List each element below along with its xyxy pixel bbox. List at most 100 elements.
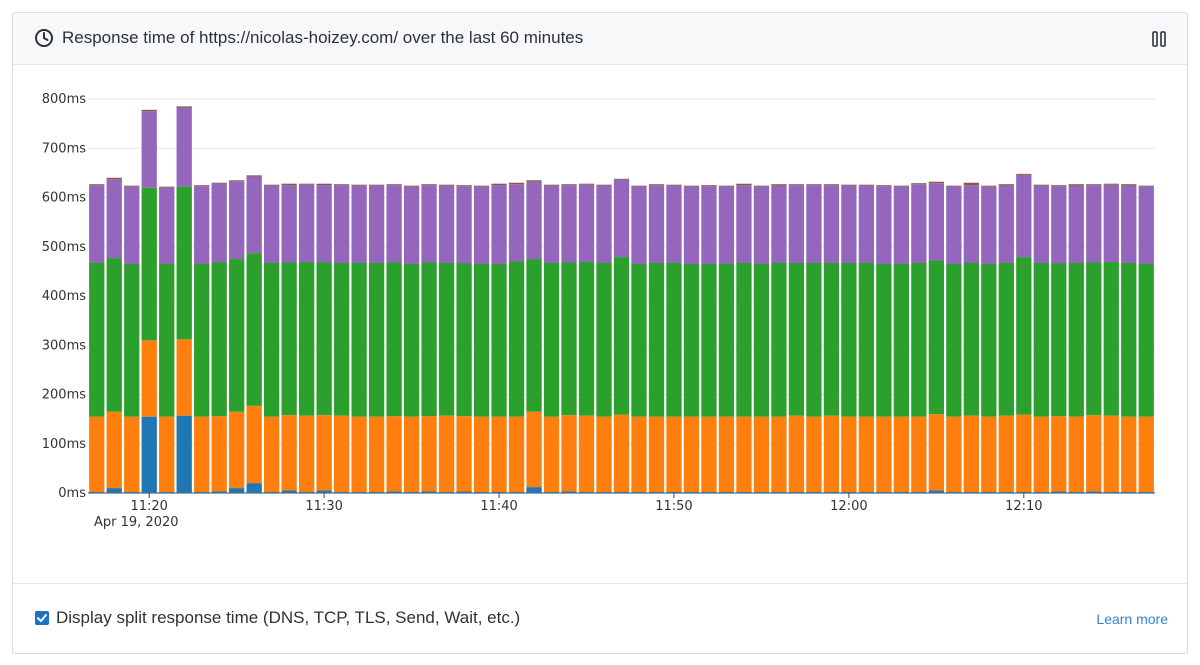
bar-segment-download[interactable] bbox=[438, 184, 455, 186]
bar-segment-dns[interactable] bbox=[421, 491, 437, 493]
bar-segment-tcp[interactable] bbox=[141, 340, 157, 417]
bar-segment-dns[interactable] bbox=[858, 492, 875, 493]
bar-segment-download[interactable] bbox=[648, 184, 665, 186]
bar-segment-dns[interactable] bbox=[1086, 491, 1102, 493]
bar-segment-download[interactable] bbox=[456, 185, 472, 187]
bar-segment-tls[interactable] bbox=[823, 263, 840, 416]
bar-segment-wait[interactable] bbox=[841, 185, 857, 264]
bar-segment-dns[interactable] bbox=[386, 491, 402, 493]
bar-segment-tls[interactable] bbox=[124, 263, 140, 417]
bar-segment-dns[interactable] bbox=[788, 492, 805, 493]
bar-segment-tcp[interactable] bbox=[578, 415, 595, 493]
bar-segment-tls[interactable] bbox=[806, 263, 822, 417]
bar-segment-tls[interactable] bbox=[351, 263, 367, 417]
bar-segment-wait[interactable] bbox=[543, 185, 560, 264]
bar-segment-dns[interactable] bbox=[333, 492, 350, 493]
bar-segment-tls[interactable] bbox=[264, 263, 280, 417]
bar-segment-tcp[interactable] bbox=[648, 416, 665, 493]
bar-segment-tls[interactable] bbox=[421, 262, 437, 417]
bar-segment-download[interactable] bbox=[508, 182, 525, 185]
bar-segment-download[interactable] bbox=[613, 178, 630, 180]
bar-segment-dns[interactable] bbox=[159, 492, 175, 493]
bar-segment-tls[interactable] bbox=[159, 263, 175, 417]
bar-segment-dns[interactable] bbox=[806, 492, 822, 493]
bar-segment-tls[interactable] bbox=[438, 263, 455, 416]
bar-segment-dns[interactable] bbox=[1033, 492, 1049, 493]
bar-segment-tcp[interactable] bbox=[333, 415, 350, 493]
bar-segment-download[interactable] bbox=[211, 182, 227, 184]
bar-segment-dns[interactable] bbox=[141, 416, 157, 493]
bar-segment-tcp[interactable] bbox=[508, 416, 525, 493]
bar-segment-tls[interactable] bbox=[701, 263, 717, 417]
bar-segment-wait[interactable] bbox=[438, 185, 455, 264]
bar-segment-tls[interactable] bbox=[89, 263, 105, 417]
bar-segment-dns[interactable] bbox=[106, 488, 122, 493]
bar-segment-download[interactable] bbox=[141, 109, 157, 112]
bar-segment-tls[interactable] bbox=[631, 263, 647, 417]
bar-segment-tcp[interactable] bbox=[823, 415, 840, 493]
bar-segment-tcp[interactable] bbox=[1121, 416, 1137, 493]
bar-segment-tcp[interactable] bbox=[911, 416, 927, 493]
bar-segment-wait[interactable] bbox=[963, 185, 979, 264]
bar-segment-tcp[interactable] bbox=[403, 416, 420, 493]
bar-segment-download[interactable] bbox=[1103, 183, 1119, 185]
bar-segment-tls[interactable] bbox=[963, 263, 979, 416]
bar-segment-tcp[interactable] bbox=[683, 416, 700, 493]
bar-segment-download[interactable] bbox=[246, 175, 262, 177]
bar-segment-tls[interactable] bbox=[771, 263, 787, 417]
bar-segment-tls[interactable] bbox=[229, 259, 245, 412]
bar-segment-tls[interactable] bbox=[211, 262, 227, 417]
bar-segment-download[interactable] bbox=[316, 183, 332, 186]
bar-segment-wait[interactable] bbox=[893, 186, 910, 264]
bar-segment-download[interactable] bbox=[1016, 173, 1032, 175]
bar-segment-dns[interactable] bbox=[403, 492, 420, 493]
bar-segment-tcp[interactable] bbox=[386, 416, 402, 492]
bar-segment-wait[interactable] bbox=[281, 185, 297, 263]
bar-segment-download[interactable] bbox=[666, 184, 682, 186]
bar-segment-tls[interactable] bbox=[316, 262, 332, 416]
bar-segment-wait[interactable] bbox=[491, 185, 507, 264]
bar-segment-tls[interactable] bbox=[194, 263, 210, 417]
bar-segment-download[interactable] bbox=[876, 185, 892, 187]
bar-segment-wait[interactable] bbox=[928, 183, 944, 261]
bar-segment-tls[interactable] bbox=[928, 260, 944, 415]
bar-segment-dns[interactable] bbox=[491, 492, 507, 493]
bar-segment-wait[interactable] bbox=[561, 185, 577, 263]
bar-segment-wait[interactable] bbox=[211, 183, 227, 263]
bar-segment-wait[interactable] bbox=[1138, 186, 1154, 264]
bar-segment-download[interactable] bbox=[823, 184, 840, 186]
bar-segment-dns[interactable] bbox=[596, 492, 612, 493]
bar-segment-tls[interactable] bbox=[648, 263, 665, 417]
bar-segment-tls[interactable] bbox=[666, 263, 682, 417]
bar-segment-tls[interactable] bbox=[578, 262, 595, 416]
bar-segment-tcp[interactable] bbox=[438, 415, 455, 493]
bar-segment-download[interactable] bbox=[543, 184, 560, 186]
bar-segment-tls[interactable] bbox=[683, 263, 700, 417]
bar-segment-tcp[interactable] bbox=[788, 415, 805, 493]
bar-segment-tcp[interactable] bbox=[456, 416, 472, 492]
bar-segment-wait[interactable] bbox=[701, 186, 717, 264]
bar-segment-dns[interactable] bbox=[194, 492, 210, 493]
bar-segment-tcp[interactable] bbox=[368, 416, 385, 493]
bar-segment-download[interactable] bbox=[946, 185, 962, 187]
bar-segment-tcp[interactable] bbox=[176, 339, 192, 416]
bar-segment-wait[interactable] bbox=[124, 186, 140, 264]
bar-segment-tls[interactable] bbox=[1086, 262, 1102, 416]
bar-segment-download[interactable] bbox=[368, 184, 385, 186]
bar-segment-wait[interactable] bbox=[316, 185, 332, 263]
bar-segment-dns[interactable] bbox=[176, 415, 192, 493]
bar-segment-dns[interactable] bbox=[561, 491, 577, 493]
bar-segment-download[interactable] bbox=[159, 186, 175, 188]
bar-segment-dns[interactable] bbox=[666, 492, 682, 493]
bar-segment-dns[interactable] bbox=[1103, 492, 1119, 493]
bar-segment-tcp[interactable] bbox=[841, 416, 857, 493]
bar-segment-wait[interactable] bbox=[159, 187, 175, 264]
bar-segment-download[interactable] bbox=[928, 181, 944, 184]
bar-segment-dns[interactable] bbox=[963, 492, 979, 493]
bar-segment-wait[interactable] bbox=[998, 185, 1014, 264]
bar-segment-dns[interactable] bbox=[316, 490, 332, 493]
bar-segment-dns[interactable] bbox=[264, 492, 280, 493]
bar-segment-tls[interactable] bbox=[543, 263, 560, 417]
bar-segment-download[interactable] bbox=[683, 185, 700, 187]
bar-segment-wait[interactable] bbox=[1051, 186, 1067, 264]
